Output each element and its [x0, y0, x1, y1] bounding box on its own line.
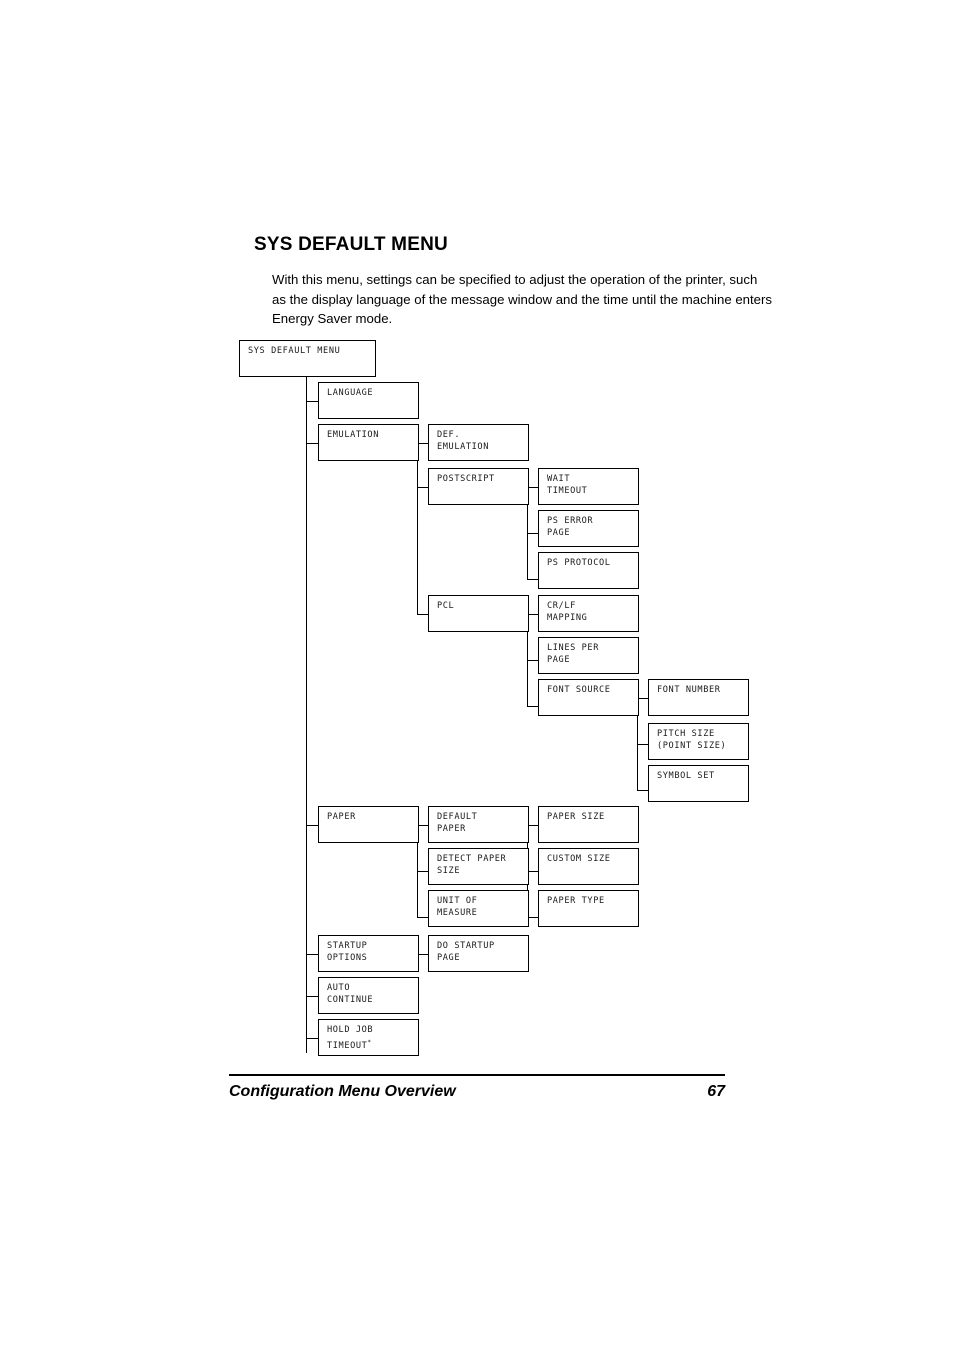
- node-language[interactable]: LANGUAGE: [318, 382, 419, 419]
- node-paper-type[interactable]: PAPER TYPE: [538, 890, 639, 927]
- menu-tree-diagram: SYS DEFAULT MENU LANGUAGE EMULATION DEF.…: [0, 0, 954, 1350]
- connector-stub-unit-of-measure: [417, 917, 428, 918]
- node-postscript[interactable]: POSTSCRIPT: [428, 468, 529, 505]
- footer-title: Configuration Menu Overview: [229, 1083, 456, 1100]
- connector-stub-language: [306, 401, 318, 402]
- connector-stub-postscript: [417, 487, 428, 488]
- node-wait-timeout[interactable]: WAIT TIMEOUT: [538, 468, 639, 505]
- footnote-marker-icon: *: [367, 1038, 372, 1046]
- node-sys-default-menu[interactable]: SYS DEFAULT MENU: [239, 340, 376, 377]
- connector-stub-font-source: [527, 706, 538, 707]
- connector-stub-startup-options: [306, 954, 318, 955]
- connector-stub-auto-continue: [306, 996, 318, 997]
- node-hold-job-timeout-label: HOLD JOB TIMEOUT: [327, 1025, 374, 1051]
- connector-stub-detect-paper-size: [417, 871, 428, 872]
- node-symbol-set[interactable]: SYMBOL SET: [648, 765, 749, 802]
- node-def-emulation[interactable]: DEF. EMULATION: [428, 424, 529, 461]
- connector-stub-ps-protocol: [527, 579, 538, 580]
- connector-stub-ps-error-page: [527, 533, 538, 534]
- connector-stub-pitch-size: [637, 744, 648, 745]
- node-font-source[interactable]: FONT SOURCE: [538, 679, 639, 716]
- node-ps-error-page[interactable]: PS ERROR PAGE: [538, 510, 639, 547]
- connector-stub-hold-job-timeout: [306, 1038, 318, 1039]
- connector-stub-pcl: [417, 614, 428, 615]
- node-emulation[interactable]: EMULATION: [318, 424, 419, 461]
- connector-stub-lines-per-page: [527, 660, 538, 661]
- node-pcl[interactable]: PCL: [428, 595, 529, 632]
- node-do-startup-page[interactable]: DO STARTUP PAGE: [428, 935, 529, 972]
- node-lines-per-page[interactable]: LINES PER PAGE: [538, 637, 639, 674]
- node-paper-size[interactable]: PAPER SIZE: [538, 806, 639, 843]
- node-startup-options[interactable]: STARTUP OPTIONS: [318, 935, 419, 972]
- node-default-paper[interactable]: DEFAULT PAPER: [428, 806, 529, 843]
- footer-divider: [229, 1074, 725, 1076]
- connector-stub-paper: [306, 825, 318, 826]
- node-font-number[interactable]: FONT NUMBER: [648, 679, 749, 716]
- connector-stub-emulation: [306, 443, 318, 444]
- node-pitch-size[interactable]: PITCH SIZE (POINT SIZE): [648, 723, 749, 760]
- connector-stub-symbol-set: [637, 790, 648, 791]
- node-hold-job-timeout[interactable]: HOLD JOB TIMEOUT*: [318, 1019, 419, 1056]
- node-detect-paper-size[interactable]: DETECT PAPER SIZE: [428, 848, 529, 885]
- node-paper[interactable]: PAPER: [318, 806, 419, 843]
- node-ps-protocol[interactable]: PS PROTOCOL: [538, 552, 639, 589]
- node-custom-size[interactable]: CUSTOM SIZE: [538, 848, 639, 885]
- node-auto-continue[interactable]: AUTO CONTINUE: [318, 977, 419, 1014]
- connector-trunk-emulation: [417, 443, 418, 614]
- node-crlf-mapping[interactable]: CR/LF MAPPING: [538, 595, 639, 632]
- footer-page-number: 67: [707, 1083, 725, 1100]
- node-unit-of-measure[interactable]: UNIT OF MEASURE: [428, 890, 529, 927]
- connector-trunk-main: [306, 376, 307, 1053]
